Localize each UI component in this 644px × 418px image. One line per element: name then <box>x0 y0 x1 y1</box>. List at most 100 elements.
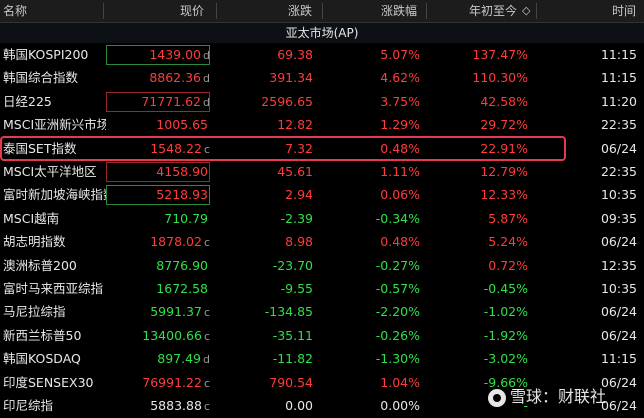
header-name[interactable]: 名称 <box>3 0 27 22</box>
header-change-pct[interactable]: 涨跌幅 <box>381 0 417 22</box>
price-cell: 1439.00 d <box>104 44 211 66</box>
price-cell: 5991.37 c <box>104 301 211 323</box>
price-value: 71771.62 <box>141 93 202 109</box>
change-value: 12.82 <box>277 117 313 133</box>
price-suffix: c <box>203 376 210 390</box>
change-pct-value: 0.06% <box>380 187 420 203</box>
price-suffix: c <box>203 306 210 320</box>
table-row[interactable]: 韩国综合指数 8862.36 d 391.34 4.62% 110.30% 11:15 <box>0 67 644 89</box>
change-pct-value: -0.34% <box>375 210 420 226</box>
price-suffix: c <box>203 329 210 343</box>
table-row[interactable]: MSCI越南 710.79 -2.39 -0.34% 5.87% 09:35 <box>0 208 644 230</box>
time-value: 11:20 <box>600 93 637 109</box>
header-price[interactable]: 现价 <box>180 0 204 22</box>
watermark: 雪球：财联社 <box>488 382 606 412</box>
change-pct-value: 0.00% <box>380 398 420 413</box>
table-header: 名称 现价 涨跌 涨跌幅 年初至今 ◇ 时间 <box>0 0 644 23</box>
header-time[interactable]: 时间 <box>612 0 636 22</box>
ytd-value: -0.45% <box>483 281 528 296</box>
change-value: 69.38 <box>277 47 313 62</box>
index-name: 胡志明指数 <box>3 234 66 250</box>
section-title: 亚太市场(AP) <box>285 26 359 40</box>
change-value: -11.82 <box>272 351 313 367</box>
change-pct-value: -0.26% <box>375 327 420 343</box>
index-name: 富时新加坡海峡指数 <box>3 187 106 203</box>
sort-icon[interactable]: ◇ <box>522 0 530 22</box>
column-divider[interactable] <box>322 3 323 19</box>
price-cell: 1878.02 c <box>104 231 211 253</box>
index-name: MSCI越南 <box>3 210 60 226</box>
price-suffix: d <box>203 72 210 86</box>
change-pct-value: -1.30% <box>375 351 420 367</box>
change-pct-value: 1.29% <box>380 117 420 133</box>
price-value: 13400.66 <box>142 327 202 343</box>
ytd-value: -3.02% <box>483 351 528 367</box>
watermark-text: 雪球：财联社 <box>510 387 607 406</box>
change-pct-value: -0.27% <box>375 257 420 273</box>
ytd-value: 0.72% <box>488 257 528 273</box>
price-cell: 1672.58 <box>104 278 211 300</box>
index-name: 印度SENSEX30 <box>3 374 94 390</box>
ytd-value: 12.79% <box>480 164 528 179</box>
index-name: 富时马来西亚综指 <box>3 281 104 296</box>
price-value: 5991.37 <box>150 304 202 320</box>
table-row[interactable]: MSCI太平洋地区 4158.90 45.61 1.11% 12.79% 22:35 <box>0 161 644 183</box>
price-suffix: c <box>203 400 210 413</box>
time-value: 11:15 <box>600 351 637 367</box>
time-value: 09:35 <box>600 210 637 226</box>
change-pct-value: -0.57% <box>375 281 420 296</box>
table-row[interactable]: MSCI亚洲新兴市场 1005.65 12.82 1.29% 29.72% 22:35 <box>0 114 644 136</box>
column-divider[interactable] <box>426 3 427 19</box>
price-suffix: d <box>203 49 210 62</box>
header-change[interactable]: 涨跌 <box>288 0 312 22</box>
table-row[interactable]: 马尼拉综指 5991.37 c -134.85 -2.20% -1.02% 06/24 <box>0 301 644 323</box>
ytd-value: 5.24% <box>488 234 528 250</box>
price-value: 8862.36 <box>149 70 202 86</box>
change-value: 790.54 <box>269 374 313 390</box>
table-row[interactable]: 富时马来西亚综指 1672.58 -9.55 -0.57% -0.45% 10:35 <box>0 278 644 300</box>
change-value: -2.39 <box>280 210 313 226</box>
change-value: -35.11 <box>272 327 313 343</box>
time-value: 22:35 <box>600 117 637 133</box>
ytd-value: 5.87% <box>488 210 528 226</box>
section-header[interactable]: 亚太市场(AP) <box>0 23 644 43</box>
time-value: 06/24 <box>600 234 637 250</box>
change-value: 2.94 <box>285 187 313 203</box>
price-suffix: d <box>203 95 210 109</box>
index-name: MSCI太平洋地区 <box>3 164 97 179</box>
ytd-value: -1.02% <box>483 304 528 320</box>
price-cell: 8776.90 <box>104 255 211 277</box>
change-value: 8.98 <box>285 234 313 250</box>
table-row[interactable]: 胡志明指数 1878.02 c 8.98 0.48% 5.24% 06/24 <box>0 231 644 253</box>
time-value: 06/24 <box>600 140 637 156</box>
price-cell: 71771.62 d <box>104 91 211 113</box>
index-name: 韩国KOSPI200 <box>3 47 89 62</box>
header-ytd[interactable]: 年初至今 <box>469 0 517 22</box>
price-suffix: d <box>203 353 210 367</box>
table-row[interactable]: 日经225 71771.62 d 2596.65 3.75% 42.58% 11:20 <box>0 91 644 113</box>
table-row[interactable]: 澳洲标普200 8776.90 -23.70 -0.27% 0.72% 12:35 <box>0 255 644 277</box>
change-value: -9.55 <box>280 281 313 296</box>
xueqiu-logo-icon <box>488 388 506 407</box>
price-value: 4158.90 <box>156 164 208 179</box>
change-pct-value: 4.62% <box>380 70 420 86</box>
table-row[interactable]: 韩国KOSPI200 1439.00 d 69.38 5.07% 137.47% 11:15 <box>0 44 644 66</box>
change-pct-value: -2.20% <box>375 304 420 320</box>
price-cell: 4158.90 <box>104 161 211 183</box>
change-pct-value: 0.48% <box>380 234 420 250</box>
column-divider[interactable] <box>536 3 537 19</box>
column-divider[interactable] <box>216 3 217 19</box>
time-value: 10:35 <box>600 187 637 203</box>
price-value: 8776.90 <box>156 257 208 273</box>
column-divider[interactable] <box>103 3 104 19</box>
price-value: 5883.88 <box>150 398 202 413</box>
change-pct-value: 5.07% <box>380 47 420 62</box>
table-row[interactable]: 新西兰标普50 13400.66 c -35.11 -0.26% -1.92% 06/24 <box>0 325 644 347</box>
index-name: 韩国综合指数 <box>3 70 79 86</box>
price-cell: 710.79 <box>104 208 211 230</box>
price-cell: 5883.88 c <box>104 395 211 417</box>
table-row[interactable]: 富时新加坡海峡指数 5218.93 2.94 0.06% 12.33% 10:35 <box>0 184 644 206</box>
price-value: 1672.58 <box>156 281 208 296</box>
index-name: MSCI亚洲新兴市场 <box>3 117 106 133</box>
table-row[interactable]: 韩国KOSDAQ 897.49 d -11.82 -1.30% -3.02% 11:15 <box>0 348 644 370</box>
